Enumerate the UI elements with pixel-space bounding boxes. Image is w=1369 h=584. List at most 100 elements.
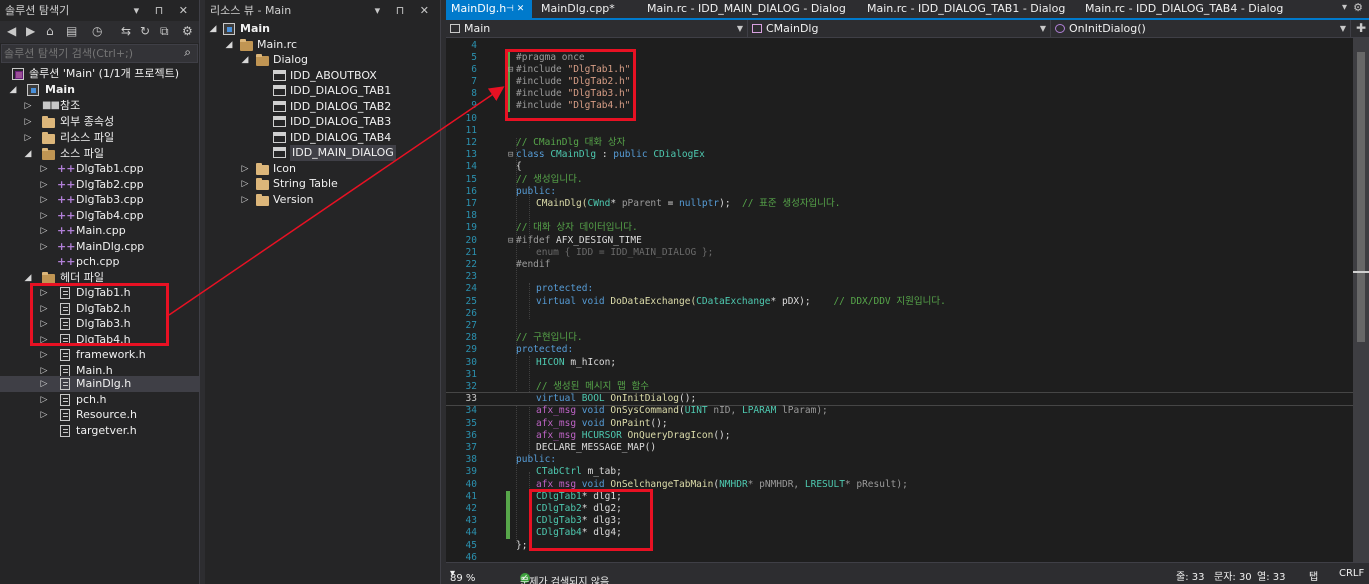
tree-item-resource-h[interactable]: ▷ Resource.h (0, 407, 199, 423)
panel-pin-buttons[interactable]: ▾ ⊓ ✕ (375, 0, 435, 21)
panel-title: 리소스 뷰 - Main (210, 4, 292, 17)
res-item-dialog-tab3[interactable]: IDD_DIALOG_TAB3 (205, 114, 440, 130)
collapsed-arrow-icon[interactable]: ▷ (39, 223, 49, 239)
collapsed-arrow-icon[interactable]: ▷ (240, 176, 250, 192)
tree-item-maindlg-cpp[interactable]: ▷ ++ MainDlg.cpp (0, 239, 199, 255)
tree-item-source-files[interactable]: ◢ 소스 파일 (0, 146, 199, 162)
res-item-dialog-tab2[interactable]: IDD_DIALOG_TAB2 (205, 99, 440, 115)
code-text: // 대화 상자 데이터입니다. (516, 222, 638, 233)
panel-pin-buttons[interactable]: ▾ ⊓ ✕ (134, 0, 194, 21)
expanded-arrow-icon[interactable]: ◢ (240, 52, 250, 68)
solution-icon (12, 68, 24, 80)
fold-collapse-icon[interactable]: ⊟ (508, 149, 516, 161)
collapsed-arrow-icon[interactable]: ▷ (23, 130, 33, 146)
collapsed-arrow-icon[interactable]: ▷ (39, 208, 49, 224)
scrollbar-thumb[interactable] (1357, 52, 1365, 342)
res-item-icon[interactable]: ▷ Icon (205, 161, 440, 177)
collapsed-arrow-icon[interactable]: ▷ (39, 347, 49, 363)
tree-item-resource-files[interactable]: ▷ 리소스 파일 (0, 130, 199, 146)
code-text: { (516, 161, 522, 172)
back-icon[interactable]: ◀ (7, 24, 16, 38)
search-input[interactable] (4, 46, 174, 61)
fold-collapse-icon[interactable]: ⊟ (508, 235, 516, 247)
tab-overflow-icon[interactable]: ▾ (1342, 2, 1347, 13)
res-item-main-rc[interactable]: ◢ Main.rc (205, 37, 440, 53)
res-item-version[interactable]: ▷ Version (205, 192, 440, 208)
properties-icon[interactable]: ⚙ (182, 24, 193, 38)
forward-icon[interactable]: ▶ (26, 24, 35, 38)
tree-item-external-deps[interactable]: ▷ 외부 종속성 (0, 114, 199, 130)
collapsed-arrow-icon[interactable]: ▷ (39, 239, 49, 255)
tree-item-framework-h[interactable]: ▷ framework.h (0, 347, 199, 363)
tab-maindlg-cpp[interactable]: MainDlg.cpp* (536, 0, 615, 18)
code-token: nullptr (679, 198, 720, 209)
line-number: 44 (465, 527, 477, 538)
collapsed-arrow-icon[interactable]: ▷ (39, 161, 49, 177)
expanded-arrow-icon[interactable]: ◢ (23, 146, 33, 162)
collapsed-arrow-icon[interactable]: ▷ (23, 114, 33, 130)
tree-item-dlgtab1-cpp[interactable]: ▷ ++ DlgTab1.cpp (0, 161, 199, 177)
tree-item-references[interactable]: ▷ ■■ 참조 (0, 98, 199, 114)
code-line: 28 // 구현입니다. (446, 332, 1353, 344)
home-icon[interactable]: ⌂ (46, 24, 54, 38)
expanded-arrow-icon[interactable]: ◢ (208, 21, 218, 37)
tree-item-dlgtab2-cpp[interactable]: ▷ ++ DlgTab2.cpp (0, 177, 199, 193)
folder-icon (256, 194, 269, 206)
tab-main-rc-dialog-tab4[interactable]: Main.rc - IDD_DIALOG_TAB4 - Dialog (1080, 0, 1283, 18)
collapsed-arrow-icon[interactable]: ▷ (39, 376, 49, 392)
tree-item-dlgtab4-cpp[interactable]: ▷ ++ DlgTab4.cpp (0, 208, 199, 224)
split-icon[interactable]: ✚ (1356, 21, 1366, 35)
collapsed-arrow-icon[interactable]: ▷ (39, 192, 49, 208)
collapsed-arrow-icon[interactable]: ▷ (39, 407, 49, 423)
res-item-dialog-folder[interactable]: ◢ Dialog (205, 52, 440, 68)
tree-item-main-cpp[interactable]: ▷ ++ Main.cpp (0, 223, 199, 239)
expanded-arrow-icon[interactable]: ◢ (8, 82, 18, 98)
collapsed-arrow-icon[interactable]: ▷ (39, 177, 49, 193)
collapsed-arrow-icon[interactable]: ▷ (240, 161, 250, 177)
tree-item-pch-cpp[interactable]: ++ pch.cpp (0, 254, 199, 270)
res-item-aboutbox[interactable]: IDD_ABOUTBOX (205, 68, 440, 84)
tree-item-targetver-h[interactable]: targetver.h (0, 423, 199, 439)
collapsed-arrow-icon[interactable]: ▷ (240, 192, 250, 208)
zoom-level[interactable]: 89 % ▾ (450, 568, 475, 584)
tab-main-rc-main-dialog[interactable]: Main.rc - IDD_MAIN_DIALOG - Dialog (642, 0, 846, 18)
collapsed-arrow-icon[interactable]: ▷ (23, 98, 33, 114)
tab-maindlg-h[interactable]: MainDlg.h ⊣ ✕ (446, 0, 532, 18)
res-item-dialog-tab1[interactable]: IDD_DIALOG_TAB1 (205, 83, 440, 99)
tab-main-rc-dialog-tab1[interactable]: Main.rc - IDD_DIALOG_TAB1 - Dialog (862, 0, 1065, 18)
indent-mode[interactable]: 탭 (1309, 568, 1318, 583)
vertical-scrollbar[interactable] (1353, 38, 1369, 562)
code-token: #ifdef (516, 235, 557, 246)
line-number: 43 (465, 515, 477, 526)
tree-item-maindlg-h[interactable]: ▷ MainDlg.h (0, 376, 199, 392)
member-dropdown[interactable]: OnInitDialog() ▼ (1051, 20, 1351, 37)
search-icon[interactable]: ⌕ (184, 45, 191, 60)
code-line: 22 #endif (446, 259, 1353, 271)
tree-project-main[interactable]: ◢ Main (0, 82, 199, 98)
res-item-main-dialog[interactable]: IDD_MAIN_DIALOG (205, 145, 440, 161)
tree-item-dlgtab3-cpp[interactable]: ▷ ++ DlgTab3.cpp (0, 192, 199, 208)
solutions-view-icon[interactable]: ▤ (66, 24, 77, 38)
code-text: #endif (516, 259, 551, 270)
line-ending[interactable]: CRLF (1339, 568, 1364, 579)
solution-search-box[interactable]: ⌕ (1, 44, 198, 63)
tree-item-pch-h[interactable]: ▷ pch.h (0, 392, 199, 408)
refresh-icon[interactable]: ↻ (140, 24, 150, 38)
sync-icon[interactable]: ⇆ (121, 24, 131, 38)
line-number: 33 (465, 393, 477, 404)
res-item-string-table[interactable]: ▷ String Table (205, 176, 440, 192)
line-number: 7 (471, 76, 477, 87)
tree-label: IDD_DIALOG_TAB2 (290, 100, 392, 113)
tree-solution-root[interactable]: 솔루션 'Main' (1/1개 프로젝트) (0, 66, 199, 82)
expanded-arrow-icon[interactable]: ◢ (224, 37, 234, 53)
tab-pin-close-icon[interactable]: ⊣ ✕ (506, 0, 524, 18)
line-number: 12 (465, 137, 477, 148)
res-root-main[interactable]: ◢ Main (205, 21, 440, 37)
settings-icon[interactable]: ⚙ (1353, 1, 1363, 14)
collapsed-arrow-icon[interactable]: ▷ (39, 392, 49, 408)
project-dropdown[interactable]: Main ▼ (446, 20, 748, 37)
res-item-dialog-tab4[interactable]: IDD_DIALOG_TAB4 (205, 130, 440, 146)
history-icon[interactable]: ◷ (92, 24, 102, 38)
copy-icon[interactable]: ⧉ (160, 24, 169, 39)
class-dropdown[interactable]: CMainDlg ▼ (748, 20, 1051, 37)
